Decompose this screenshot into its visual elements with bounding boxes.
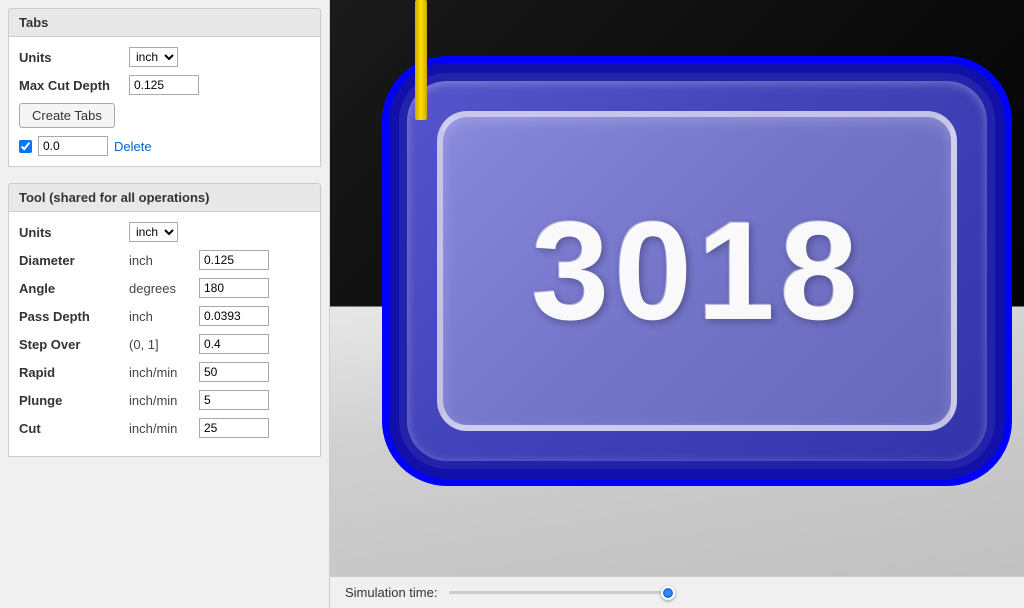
tabs-section-header: Tabs (8, 8, 321, 37)
tool-plunge-row: Plunge inch/min (19, 390, 310, 410)
tool-diameter-row: Diameter inch (19, 250, 310, 270)
tool-rapid-input[interactable] (199, 362, 269, 382)
simulation-track[interactable] (449, 591, 669, 594)
tool-section-body: Units inch mm Diameter inch Angle degree… (8, 212, 321, 457)
tool-angle-row: Angle degrees (19, 278, 310, 298)
simulation-thumb[interactable] (661, 586, 675, 600)
create-tabs-button-container: Create Tabs (19, 103, 310, 128)
tool-rapid-unit: inch/min (129, 365, 199, 380)
tool-cut-unit: inch/min (129, 421, 199, 436)
3d-viewport[interactable]: 3018 (330, 0, 1024, 576)
tool-rapid-label: Rapid (19, 365, 129, 380)
tool-diameter-unit: inch (129, 253, 199, 268)
tool-rapid-row: Rapid inch/min (19, 362, 310, 382)
tool-pass-depth-input[interactable] (199, 306, 269, 326)
simulation-label: Simulation time: (345, 585, 437, 600)
tool-units-row: Units inch mm (19, 222, 310, 242)
tool-cut-row: Cut inch/min (19, 418, 310, 438)
create-tabs-button[interactable]: Create Tabs (19, 103, 115, 128)
sign-outer: 3018 (407, 81, 987, 461)
tabs-max-cut-depth-label: Max Cut Depth (19, 78, 129, 93)
bottom-bar: Simulation time: (330, 576, 1024, 608)
tab-entry-input[interactable] (38, 136, 108, 156)
tool-angle-input[interactable] (199, 278, 269, 298)
tool-units-select[interactable]: inch mm (129, 222, 178, 242)
tool-step-over-label: Step Over (19, 337, 129, 352)
sign-inner: 3018 (437, 111, 957, 431)
tool-units-label: Units (19, 225, 129, 240)
tool-pass-depth-unit: inch (129, 309, 199, 324)
tool-plunge-label: Plunge (19, 393, 129, 408)
tabs-section-body: Units inch mm Max Cut Depth Create Tabs … (8, 37, 321, 167)
sign-text: 3018 (531, 190, 862, 352)
tool-section-header: Tool (shared for all operations) (8, 183, 321, 212)
tool-diameter-label: Diameter (19, 253, 129, 268)
tool-step-over-unit: (0, 1] (129, 337, 199, 352)
left-panel: Tabs Units inch mm Max Cut Depth Create … (0, 0, 330, 608)
tool-angle-label: Angle (19, 281, 129, 296)
tabs-max-cut-depth-input[interactable] (129, 75, 199, 95)
tool-cut-input[interactable] (199, 418, 269, 438)
tool-step-over-input[interactable] (199, 334, 269, 354)
tabs-units-label: Units (19, 50, 129, 65)
tab-entry-row: Delete (19, 136, 310, 156)
tab-delete-link[interactable]: Delete (114, 139, 152, 154)
tabs-units-row: Units inch mm (19, 47, 310, 67)
tool-step-over-row: Step Over (0, 1] (19, 334, 310, 354)
tab-entry-checkbox[interactable] (19, 140, 32, 153)
sign-container: 3018 (400, 45, 994, 496)
simulation-slider-container[interactable] (449, 591, 1009, 594)
tool-pass-depth-row: Pass Depth inch (19, 306, 310, 326)
tool-plunge-input[interactable] (199, 390, 269, 410)
tool-pass-depth-label: Pass Depth (19, 309, 129, 324)
tabs-units-select[interactable]: inch mm (129, 47, 178, 67)
right-panel: 3018 Simulation time: (330, 0, 1024, 608)
tool-plunge-unit: inch/min (129, 393, 199, 408)
tool-bit (415, 0, 427, 120)
tabs-max-cut-depth-row: Max Cut Depth (19, 75, 310, 95)
tool-diameter-input[interactable] (199, 250, 269, 270)
tool-cut-label: Cut (19, 421, 129, 436)
tool-angle-unit: degrees (129, 281, 199, 296)
